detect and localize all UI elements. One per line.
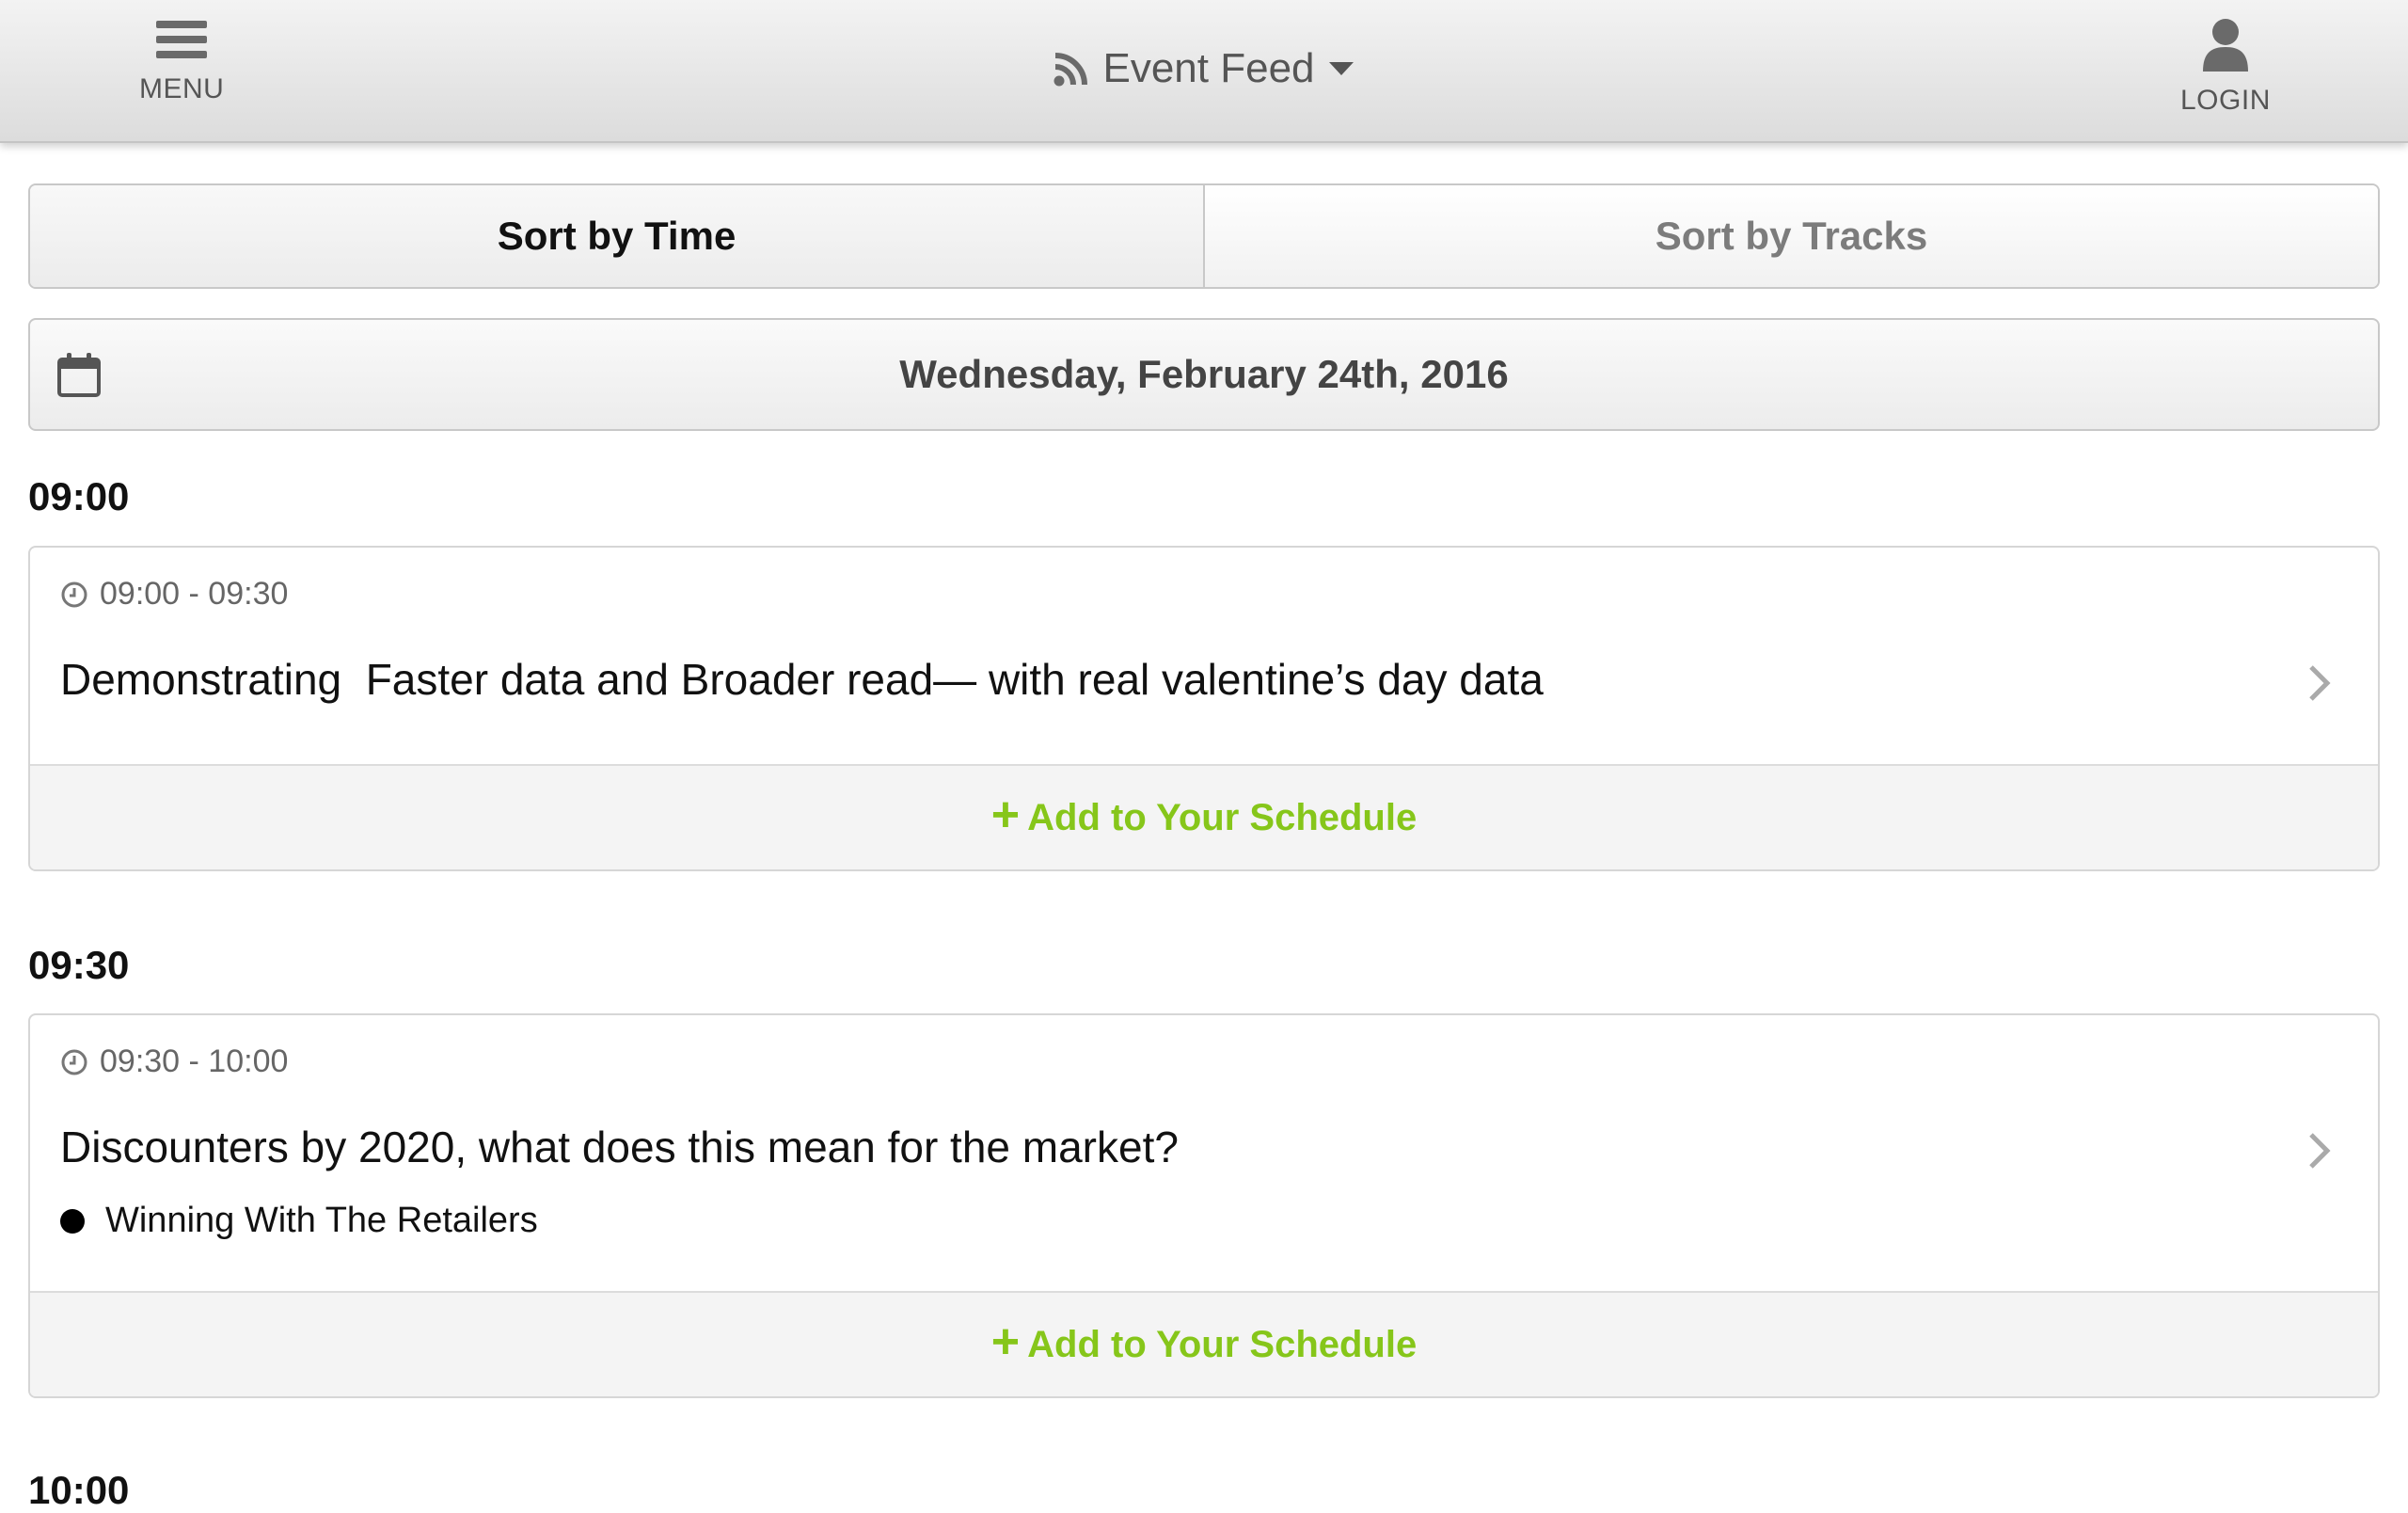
- plus-icon: +: [990, 788, 1021, 842]
- user-icon: [2202, 19, 2248, 72]
- session-time: 09:30 - 10:00: [60, 1043, 2348, 1080]
- chevron-right-icon: [2309, 1133, 2331, 1169]
- clock-icon: [61, 581, 87, 607]
- event-feed-title: Event Feed: [1102, 45, 1315, 91]
- add-to-schedule-button[interactable]: + Add to Your Schedule: [30, 1291, 2378, 1396]
- time-slot-heading: 10:00: [28, 1468, 130, 1512]
- add-to-schedule-button[interactable]: + Add to Your Schedule: [30, 764, 2378, 869]
- clock-icon: [61, 1049, 87, 1075]
- session-time-range: 09:30 - 10:00: [100, 1043, 289, 1079]
- session-title: Discounters by 2020, what does this mean…: [60, 1123, 1179, 1171]
- session-details-link[interactable]: 09:30 - 10:00 Discounters by 2020, what …: [30, 1015, 2378, 1291]
- time-slot-heading: 09:00: [28, 474, 130, 518]
- date-selector[interactable]: Wednesday, February 24th, 2016: [28, 318, 2380, 431]
- session-title: Demonstrating Faster data and Broader re…: [60, 655, 1544, 704]
- session-card: 09:30 - 10:00 Discounters by 2020, what …: [28, 1013, 2380, 1398]
- login-button[interactable]: LOGIN: [2180, 17, 2271, 117]
- session-time: 09:00 - 09:30: [60, 576, 2348, 613]
- time-slot-heading: 09:30: [28, 943, 130, 987]
- rss-icon: [1054, 53, 1088, 87]
- session-card: 09:00 - 09:30 Demonstrating Faster data …: [28, 546, 2380, 871]
- chevron-right-icon: [2309, 665, 2331, 701]
- sort-by-time-button[interactable]: Sort by Time: [30, 185, 1203, 287]
- event-feed-dropdown[interactable]: Event Feed: [0, 45, 2408, 92]
- session-time-range: 09:00 - 09:30: [100, 576, 289, 612]
- caret-down-icon: [1328, 62, 1354, 75]
- bullet-dot-icon: [60, 1208, 85, 1234]
- sort-toggle: Sort by Time Sort by Tracks: [28, 183, 2380, 289]
- add-to-schedule-label: Add to Your Schedule: [1027, 1323, 1418, 1365]
- sort-by-tracks-button[interactable]: Sort by Tracks: [1203, 185, 2378, 287]
- add-to-schedule-label: Add to Your Schedule: [1027, 796, 1418, 838]
- calendar-icon: [57, 353, 101, 397]
- top-nav-bar: MENU Event Feed LOGIN: [0, 0, 2408, 143]
- selected-date: Wednesday, February 24th, 2016: [899, 352, 1509, 396]
- session-track: Winning With The Retailers: [60, 1201, 2348, 1241]
- session-details-link[interactable]: 09:00 - 09:30 Demonstrating Faster data …: [30, 548, 2378, 764]
- session-track-name: Winning With The Retailers: [105, 1201, 538, 1240]
- login-label: LOGIN: [2180, 85, 2271, 116]
- plus-icon: +: [990, 1314, 1021, 1369]
